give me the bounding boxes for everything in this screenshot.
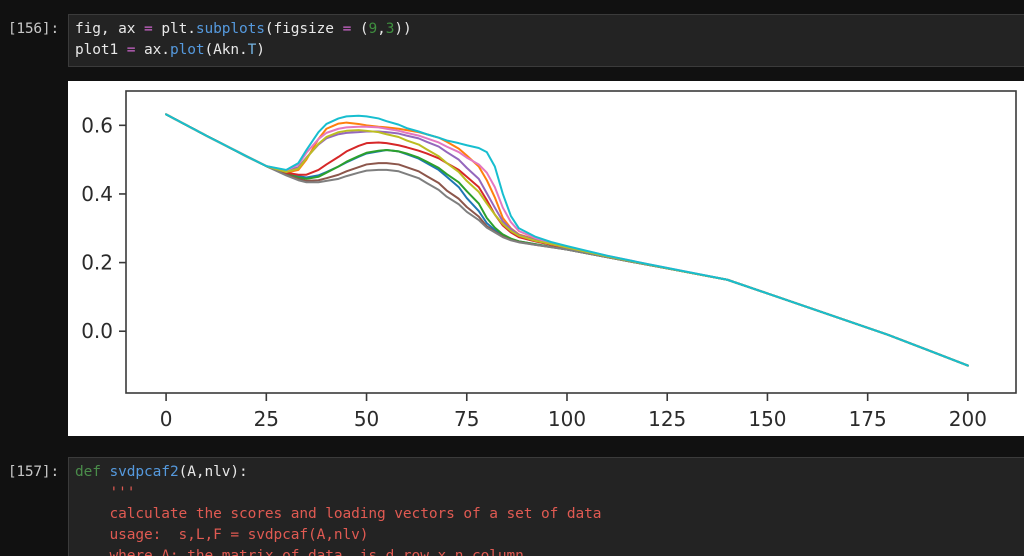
code-token: subplots [195,21,265,37]
y-tick-label: 0.4 [81,182,113,206]
cell-prompt-156: [156]: [7,21,59,37]
code-token: = [342,21,352,37]
code-editor-157[interactable]: def svdpcaf2(A,nlv): ''' calculate the s… [68,457,1024,556]
code-line: usage: s,L,F = svdpcaf(A,nlv) [75,525,1024,546]
code-line: fig, ax = plt.subplots(figsize = (9,3)) [75,19,1024,40]
code-token: (A,nlv): [178,464,248,480]
code-line: ''' [75,483,1024,504]
x-tick-label: 25 [254,407,279,431]
matplotlib-figure: 0 25 50 75 100 125 150 175 200 0.0 0.2 0.4 0.6 [68,81,1024,436]
x-tick-label: 125 [648,407,686,431]
code-line: plot1 = ax.plot(Akn.T) [75,40,1024,61]
y-tick-label: 0.2 [81,251,113,275]
code-token: ) [256,42,265,58]
code-token: ''' [75,485,136,501]
notebook-cell-input-156[interactable]: [156]: fig, ax = plt.subplots(figsize = … [0,14,1024,67]
code-token: )) [394,21,412,37]
code-token: usage: s,L,F = svdpcaf(A,nlv) [75,527,369,543]
line-chart-svg: 0 25 50 75 100 125 150 175 200 0.0 0.2 0.4 0.6 [68,81,1024,436]
code-token: , [377,21,386,37]
code-token: plot [169,42,205,58]
code-token: = [144,21,153,37]
code-token: def [75,464,101,480]
x-tick-label: 50 [354,407,379,431]
y-tick-label: 0.6 [81,113,113,137]
code-token: fig, ax [75,21,145,37]
code-token: ( [351,21,369,37]
code-token: svdpcaf2 [109,464,179,480]
x-tick-label: 150 [748,407,786,431]
code-token: calculate the scores and loading vectors… [75,506,602,522]
code-token: (Akn. [204,42,248,58]
code-token: where A: the matrix of data, is d row x … [75,548,524,556]
cell-prompt-157: [157]: [7,464,59,480]
x-tick-label: 100 [548,407,586,431]
code-token: ax. [135,42,170,58]
cell-output-figure-156: 0 25 50 75 100 125 150 175 200 0.0 0.2 0.4 0.6 [68,81,1024,436]
jupyter-notebook: [156]: fig, ax = plt.subplots(figsize = … [0,0,1024,556]
code-token: (figsize [264,21,343,37]
y-tick-label: 0.0 [81,319,113,343]
code-line: calculate the scores and loading vectors… [75,504,1024,525]
code-line: def svdpcaf2(A,nlv): [75,462,1024,483]
code-token: T [247,42,257,58]
code-token: plt. [152,21,196,37]
code-line: where A: the matrix of data, is d row x … [75,546,1024,556]
code-editor-156[interactable]: fig, ax = plt.subplots(figsize = (9,3)) … [68,14,1024,67]
notebook-cell-input-157[interactable]: [157]: def svdpcaf2(A,nlv): ''' calculat… [0,457,1024,556]
x-tick-label: 0 [160,407,173,431]
x-tick-label: 175 [849,407,887,431]
code-token: 9 [368,21,378,37]
code-token: plot1 [75,42,127,58]
figure-background [68,81,1024,436]
x-tick-label: 200 [949,407,987,431]
x-tick-label: 75 [454,407,479,431]
